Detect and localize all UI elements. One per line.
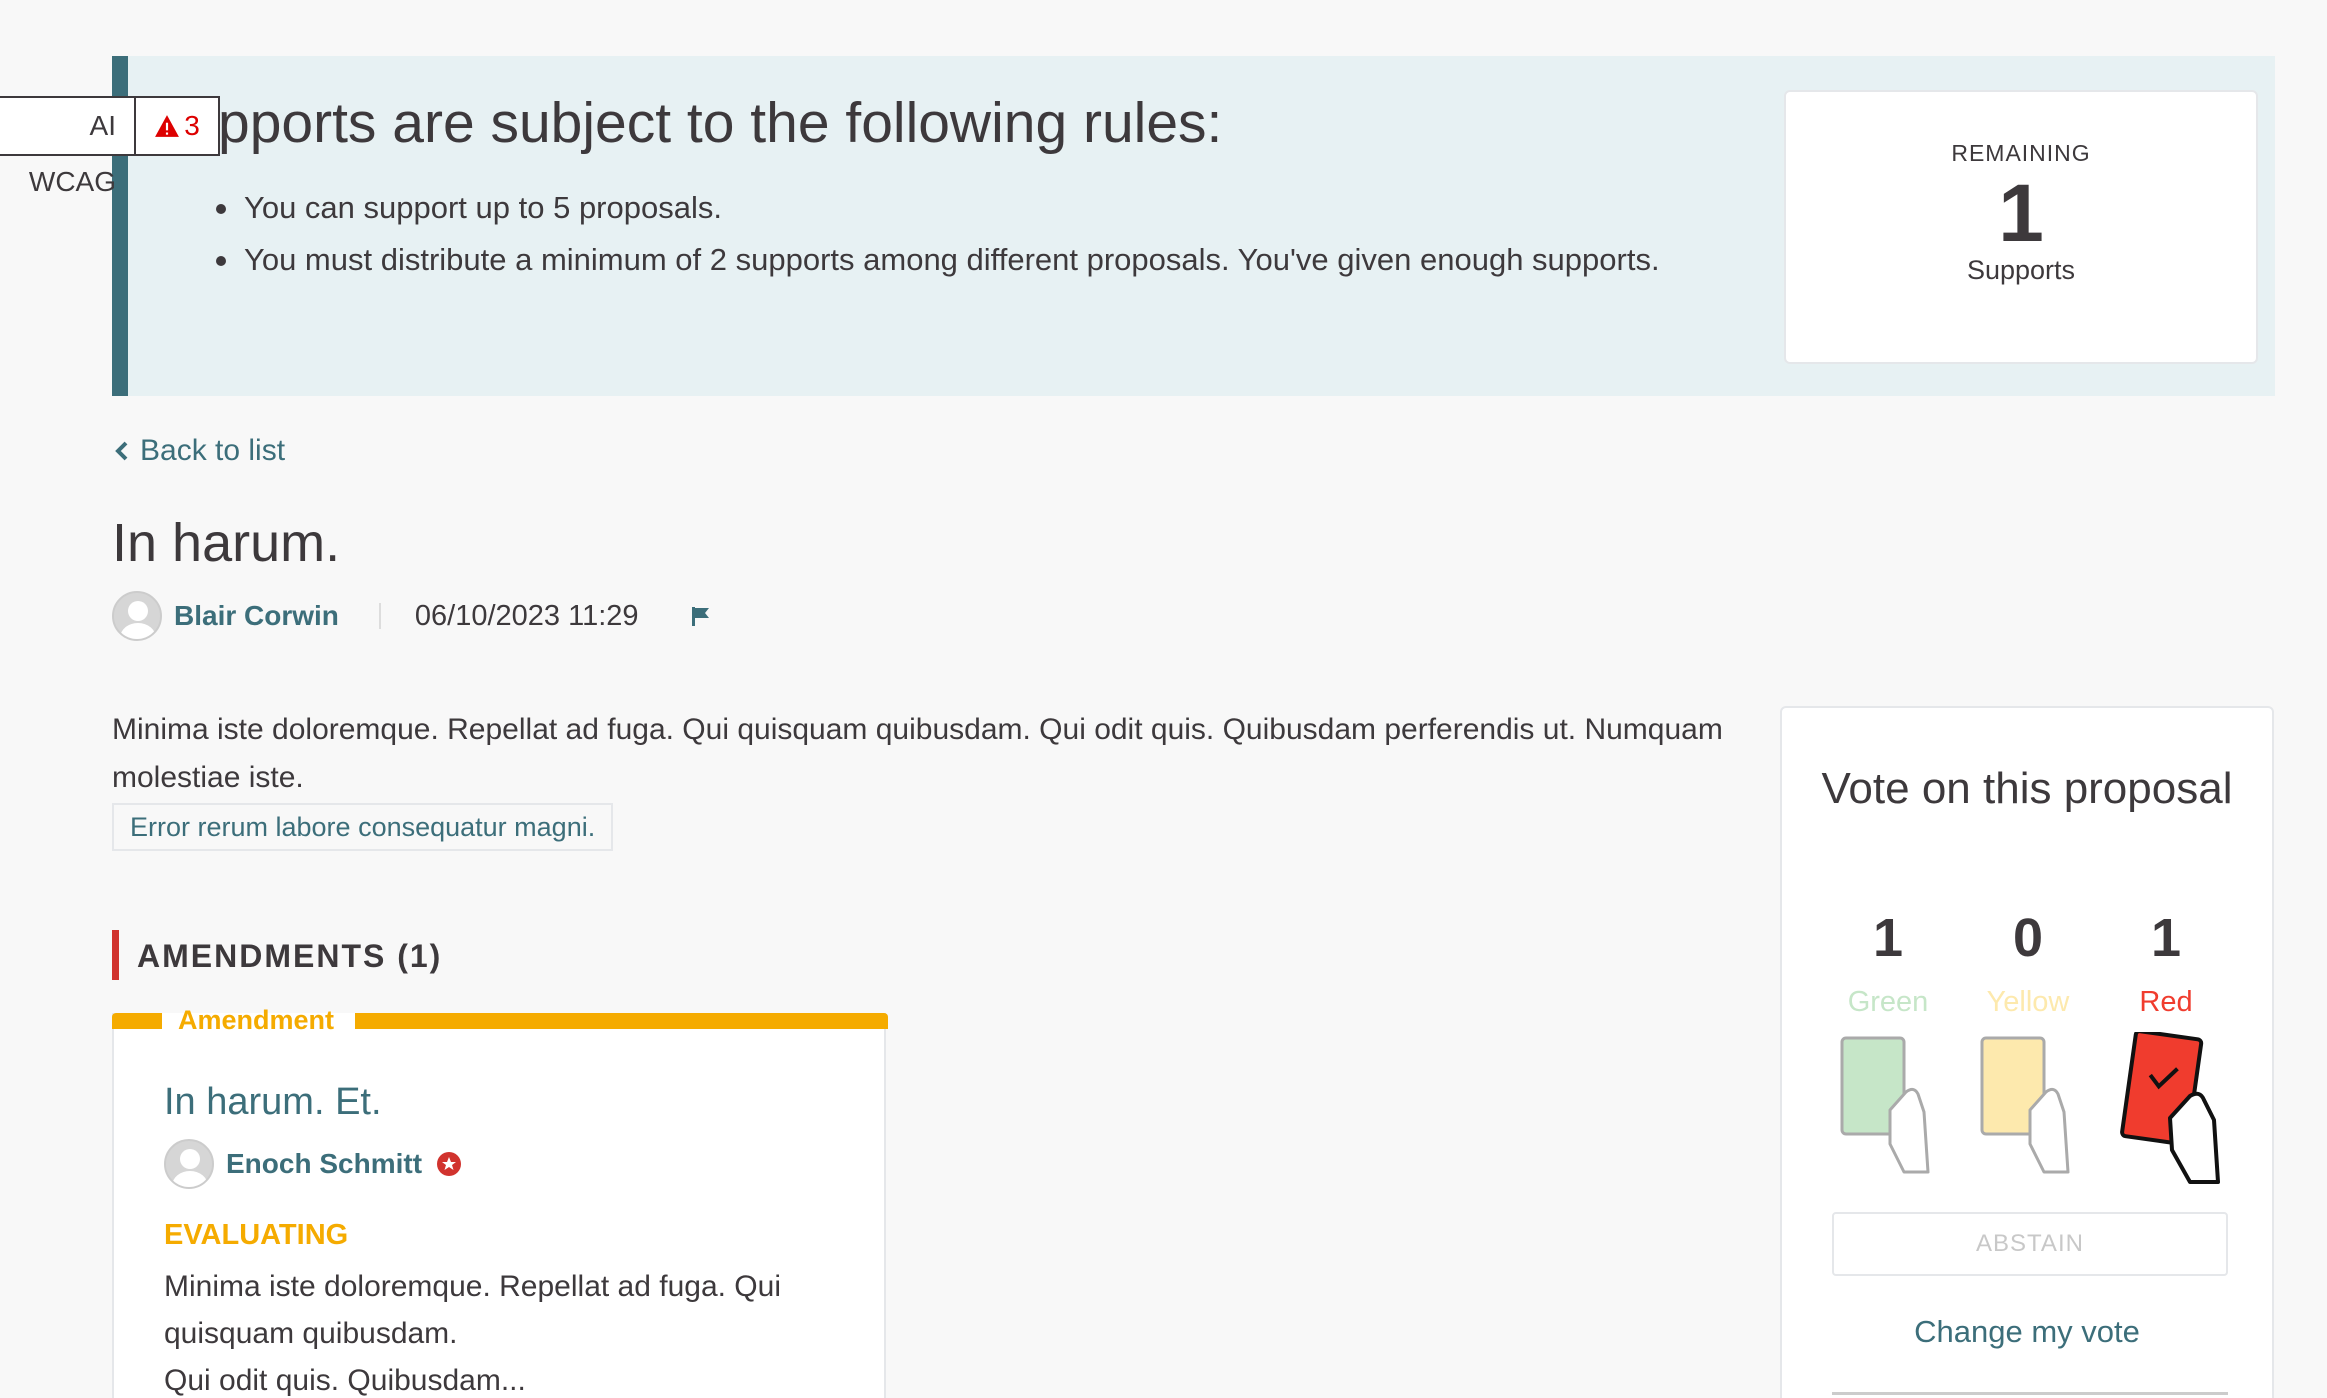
amendment-title[interactable]: In harum. Et. xyxy=(164,1081,382,1124)
back-to-list-link[interactable]: Back to list xyxy=(114,434,285,468)
amendment-label: Amendment xyxy=(178,1005,335,1035)
vote-count-red: 1 xyxy=(2150,908,2182,968)
remaining-label: REMAINING xyxy=(1951,140,2091,166)
hashtag-link[interactable]: Error rerum labore consequatur magni. xyxy=(112,803,614,851)
abstain-button[interactable]: ABSTAIN xyxy=(1832,1212,2228,1276)
remaining-unit: Supports xyxy=(1966,255,2076,285)
back-link-label: Back to list xyxy=(140,434,286,467)
vote-label-red: Red xyxy=(2139,986,2193,1018)
vote-options: 1 Green 0 Yellow 1 Red xyxy=(1828,908,2238,1208)
wcag-badge[interactable]: AI WCAG 3 xyxy=(0,96,220,197)
yellow-card-hand-icon[interactable] xyxy=(1968,1032,2088,1182)
rule-item: You can support up to 5 proposals. xyxy=(216,182,1660,234)
rule-item: You must distribute a minimum of 2 suppo… xyxy=(216,234,1660,286)
flag-icon[interactable] xyxy=(689,604,713,628)
vote-panel-divider xyxy=(1832,1392,2228,1395)
proposal-body: Minima iste doloremque. Repellat ad fuga… xyxy=(112,713,1723,794)
chevron-left-icon xyxy=(115,441,128,461)
green-card-hand-icon[interactable] xyxy=(1828,1032,1948,1182)
amendment-meta: Enoch Schmitt xyxy=(164,1139,462,1189)
vote-option-green[interactable]: 1 Green xyxy=(1828,908,1948,1174)
vote-panel: Vote on this proposal 1 Green 0 Yellow 1… xyxy=(1780,706,2274,1398)
vote-count-yellow: 0 xyxy=(2012,908,2044,968)
remaining-supports-box: REMAINING 1 Supports xyxy=(1784,90,2258,364)
wcag-alert[interactable]: 3 xyxy=(136,98,218,154)
rules-list: You can support up to 5 proposals. You m… xyxy=(216,182,1660,286)
proposal-title: In harum. xyxy=(112,513,341,573)
amendment-card[interactable]: Amendment In harum. Et. Enoch Schmitt EV… xyxy=(112,1005,888,1398)
amendment-excerpt: Minima iste doloremque. Repellat ad fuga… xyxy=(164,1270,781,1397)
red-card-hand-icon[interactable] xyxy=(2106,1032,2238,1192)
wcag-label: AI WCAG xyxy=(0,98,136,197)
avatar xyxy=(164,1139,214,1189)
wcag-count: 3 xyxy=(184,110,200,141)
vote-panel-title: Vote on this proposal xyxy=(1821,764,2233,813)
change-vote-link[interactable]: Change my vote xyxy=(1782,1314,2272,1350)
author-link[interactable]: Blair Corwin xyxy=(174,600,339,632)
publish-date: 06/10/2023 11:29 xyxy=(414,599,639,632)
vote-label-green: Green xyxy=(1847,986,1929,1018)
remaining-count: 1 xyxy=(1998,168,2044,259)
meta-divider xyxy=(378,603,381,629)
vote-option-yellow[interactable]: 0 Yellow xyxy=(1968,908,2088,1174)
amendments-heading: AMENDMENTS (1) xyxy=(112,930,442,980)
vote-count-green: 1 xyxy=(1872,908,1904,968)
warning-icon xyxy=(155,115,180,137)
amendment-author-link[interactable]: Enoch Schmitt xyxy=(226,1148,422,1180)
amendment-status: EVALUATING xyxy=(164,1219,349,1251)
vote-label-yellow: Yellow xyxy=(1986,986,2070,1018)
supports-rules-callout: pports are subject to the following rule… xyxy=(112,56,2275,396)
vote-option-red[interactable]: 1 Red xyxy=(2106,908,2226,1184)
amendment-card-header: Amendment xyxy=(112,1005,888,1035)
proposal-meta: Blair Corwin 06/10/2023 11:29 xyxy=(112,590,713,642)
official-badge-icon xyxy=(437,1152,462,1176)
callout-title: pports are subject to the following rule… xyxy=(218,91,1223,155)
avatar xyxy=(112,591,162,641)
